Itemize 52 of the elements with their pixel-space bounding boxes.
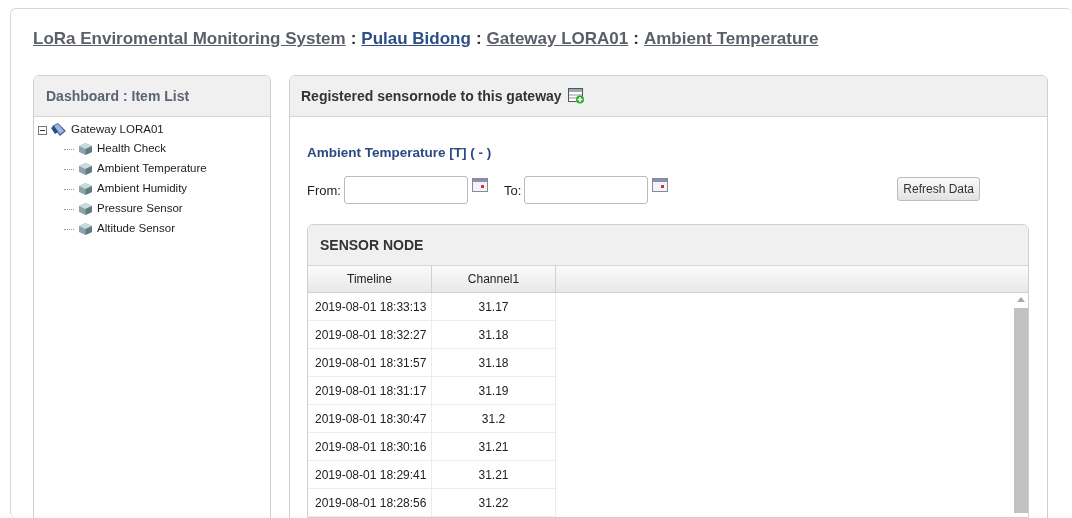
breadcrumb-link[interactable]: LoRa Enviromental Monitoring System — [33, 26, 346, 52]
collapse-toggle[interactable] — [38, 125, 47, 135]
table-cell: 2019-08-01 18:30:16 — [308, 433, 432, 462]
tree-item[interactable]: Pressure Sensor — [97, 200, 183, 218]
cube-icon — [78, 182, 93, 196]
table-cell: 31.17 — [432, 293, 556, 322]
tree-item[interactable]: Altitude Sensor — [97, 220, 175, 238]
table-cell: 2019-08-01 18:33:13 — [308, 293, 432, 322]
cube-icon — [78, 142, 93, 156]
add-grid-icon[interactable] — [567, 88, 585, 104]
scroll-up-icon[interactable] — [1016, 297, 1025, 303]
table-cell: 2019-08-01 18:30:47 — [308, 405, 432, 434]
from-label: From: — [307, 181, 341, 200]
breadcrumb-link[interactable]: Gateway LORA01 — [486, 26, 629, 52]
table-cell: 2019-08-01 18:29:41 — [308, 461, 432, 490]
table-cell: 31.18 — [432, 321, 556, 350]
table-cell: 2019-08-01 18:31:17 — [308, 377, 432, 406]
table-cell: 31.19 — [432, 377, 556, 406]
table-cell: 2019-08-01 18:28:56 — [308, 489, 432, 518]
to-date-field[interactable] — [524, 176, 649, 205]
cube-icon — [78, 222, 93, 236]
calendar-icon[interactable] — [471, 178, 488, 193]
section-title: Ambient Temperature [T] ( - ) — [307, 144, 493, 162]
panel-title: SENSOR NODE — [320, 235, 424, 255]
tree-item[interactable]: Ambient Humidity — [97, 180, 188, 198]
table-cell: 31.18 — [432, 349, 556, 378]
table-cell: 31.2 — [432, 405, 556, 434]
panel-title: Dashboard : Item List — [46, 86, 190, 106]
table-cell: 31.21 — [432, 433, 556, 462]
cube-icon — [78, 162, 93, 176]
calendar-icon[interactable] — [652, 178, 669, 193]
table-cell: 31.22 — [432, 489, 556, 518]
panel-title: Registered sensornode to this gateway — [301, 86, 562, 106]
tree-item[interactable]: Ambient Temperature — [97, 160, 207, 178]
to-label: To: — [503, 181, 522, 200]
column-header[interactable]: Timeline — [308, 266, 432, 293]
tree-item[interactable]: Gateway LORA01 — [71, 121, 164, 139]
breadcrumb-link[interactable]: Ambient Temperature — [643, 26, 819, 52]
tree-item[interactable]: Health Check — [97, 140, 167, 158]
column-header[interactable]: Channel1 — [432, 266, 556, 293]
from-date-field[interactable] — [343, 176, 468, 205]
breadcrumb-separator: : — [633, 28, 639, 51]
cube-icon — [78, 202, 93, 216]
device-icon — [50, 122, 68, 138]
refresh-data-button[interactable]: Refresh Data — [897, 177, 980, 202]
minus-icon — [40, 129, 45, 131]
table-cell: 31.21 — [432, 461, 556, 490]
table-cell: 2019-08-01 18:32:27 — [308, 321, 432, 350]
table-cell: 2019-08-01 18:31:57 — [308, 349, 432, 378]
breadcrumb-separator: : — [350, 28, 357, 51]
breadcrumb-link[interactable]: Pulau Bidong — [361, 26, 471, 52]
breadcrumb-separator: : — [475, 28, 482, 51]
